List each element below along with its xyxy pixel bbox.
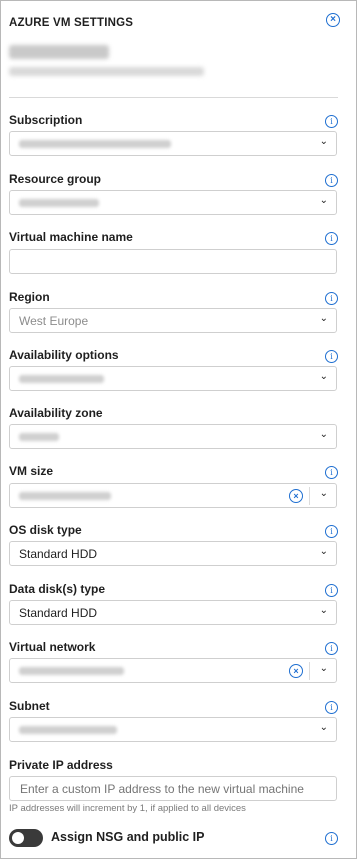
redacted-value: [19, 375, 104, 383]
info-icon[interactable]: i: [325, 584, 338, 597]
resource-group-label: Resource group: [9, 172, 102, 186]
chevron-down-icon: ⌄: [319, 313, 328, 324]
redacted-device-name: [9, 45, 109, 59]
vm-size-select[interactable]: × ⌄: [9, 483, 337, 508]
chevron-down-icon: ⌄: [319, 722, 328, 733]
redacted-value: [19, 492, 111, 500]
subnet-label: Subnet: [9, 699, 50, 713]
redacted-value: [19, 433, 59, 441]
info-icon[interactable]: i: [325, 292, 338, 305]
toggle-knob: [12, 832, 24, 844]
os-disk-type-select[interactable]: Standard HDD ⌄: [9, 541, 337, 566]
data-disk-type-value: Standard HDD: [19, 606, 98, 620]
private-ip-field[interactable]: [18, 781, 332, 797]
availability-zone-label: Availability zone: [9, 406, 103, 420]
azure-vm-settings-panel: AZURE VM SETTINGS × Subscription i ⌄ Res…: [0, 0, 357, 859]
info-icon[interactable]: i: [325, 115, 338, 128]
data-disk-type-label: Data disk(s) type: [9, 582, 106, 596]
region-select[interactable]: West Europe ⌄: [9, 308, 337, 333]
chevron-down-icon: ⌄: [319, 605, 328, 616]
subscription-label: Subscription: [9, 113, 83, 127]
separator: [309, 487, 310, 505]
private-ip-helper: IP addresses will increment by 1, if app…: [9, 803, 246, 814]
subscription-select[interactable]: ⌄: [9, 131, 337, 156]
info-icon[interactable]: i: [325, 350, 338, 363]
separator: [309, 662, 310, 680]
vm-name-label: Virtual machine name: [9, 230, 133, 244]
chevron-down-icon: ⌄: [319, 429, 328, 440]
info-icon[interactable]: i: [325, 832, 338, 845]
chevron-down-icon: ⌄: [319, 488, 328, 499]
chevron-down-icon: ⌄: [319, 136, 328, 147]
info-icon[interactable]: i: [325, 232, 338, 245]
info-icon[interactable]: i: [325, 525, 338, 538]
info-icon[interactable]: i: [325, 701, 338, 714]
redacted-device-subtitle: [9, 67, 204, 76]
region-value: West Europe: [19, 314, 89, 328]
vm-name-input[interactable]: [9, 249, 337, 274]
os-disk-type-label: OS disk type: [9, 523, 82, 537]
chevron-down-icon: ⌄: [319, 195, 328, 206]
redacted-value: [19, 667, 124, 675]
redacted-value: [19, 140, 171, 148]
redacted-value: [19, 726, 117, 734]
region-label: Region: [9, 290, 50, 304]
subnet-select[interactable]: ⌄: [9, 717, 337, 742]
clear-circle-icon[interactable]: ×: [289, 664, 303, 678]
private-ip-input[interactable]: [9, 776, 337, 801]
panel-title: AZURE VM SETTINGS: [9, 17, 134, 29]
divider: [9, 97, 338, 98]
redacted-value: [19, 199, 99, 207]
assign-nsg-label: Assign NSG and public IP: [51, 830, 205, 844]
virtual-network-select[interactable]: × ⌄: [9, 658, 337, 683]
clear-circle-icon[interactable]: ×: [289, 489, 303, 503]
chevron-down-icon: ⌄: [319, 663, 328, 674]
chevron-down-icon: ⌄: [319, 546, 328, 557]
private-ip-label: Private IP address: [9, 758, 113, 772]
availability-options-select[interactable]: ⌄: [9, 366, 337, 391]
chevron-down-icon: ⌄: [319, 371, 328, 382]
resource-group-select[interactable]: ⌄: [9, 190, 337, 215]
vm-size-label: VM size: [9, 464, 54, 478]
assign-nsg-toggle[interactable]: [9, 829, 43, 847]
availability-options-label: Availability options: [9, 348, 119, 362]
availability-zone-select[interactable]: ⌄: [9, 424, 337, 449]
virtual-network-label: Virtual network: [9, 640, 96, 654]
info-icon[interactable]: i: [325, 642, 338, 655]
close-icon[interactable]: ×: [326, 13, 340, 27]
info-icon[interactable]: i: [325, 174, 338, 187]
os-disk-type-value: Standard HDD: [19, 547, 98, 561]
data-disk-type-select[interactable]: Standard HDD ⌄: [9, 600, 337, 625]
info-icon[interactable]: i: [325, 466, 338, 479]
